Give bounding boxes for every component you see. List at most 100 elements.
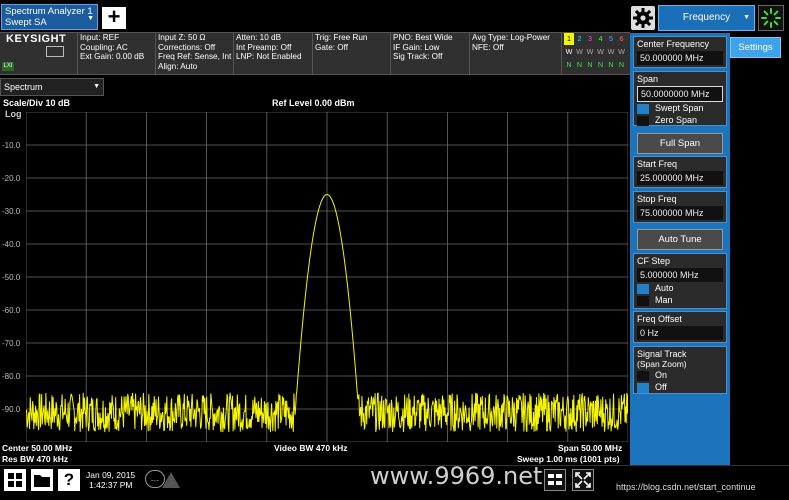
freq-offset-value[interactable]: 0 Hz [637, 326, 723, 340]
freq-offset-key[interactable]: Freq Offset 0 Hz [633, 311, 727, 343]
trace-type-2: W [576, 47, 583, 56]
stop-freq-value[interactable]: 75.000000 MHz [637, 206, 723, 220]
scale-per-div: Scale/Div 10 dB [3, 98, 71, 108]
info-freq-ref: Freq Ref: Sense, Int [158, 52, 232, 62]
zero-span-label: Zero Span [655, 115, 698, 125]
signal-track-on-option[interactable]: On [637, 370, 723, 381]
trace-detector-4: N [597, 60, 604, 69]
info-avg-block[interactable]: Avg Type: Log-Power NFE: Off [470, 33, 560, 52]
span-key[interactable]: Span 50.0000000 MHz Swept Span Zero Span [633, 71, 727, 126]
signal-track-label: Signal Track [637, 349, 687, 359]
info-if-gain: IF Gain: Low [393, 42, 440, 52]
cf-step-key[interactable]: CF Step 5.000000 MHz Auto Man [633, 253, 727, 309]
info-preamp: Int Preamp: Off [236, 42, 292, 52]
busy-spinner-icon [758, 5, 784, 31]
trace-detector-3: N [587, 60, 593, 69]
trace-detector-5: N [608, 60, 614, 69]
y-tick-label: -40.0 [2, 240, 21, 249]
info-sig-track: Sig Track: Off [393, 52, 443, 62]
frequency-menu-label: Frequency [682, 12, 731, 23]
date-text: Jan 09, 2015 [86, 470, 136, 480]
trace-number-4: 4 [598, 34, 603, 43]
display-icon [46, 46, 64, 57]
auto-label: Auto [655, 283, 674, 293]
span-readout: Span 50.00 MHz [558, 443, 623, 453]
cf-step-auto-option[interactable]: Auto [637, 283, 723, 294]
trace-number-5: 5 [609, 34, 613, 43]
help-button[interactable]: ? [58, 469, 80, 491]
info-corrections-block[interactable]: Input Z: 50 Ω Corrections: Off Freq Ref:… [156, 33, 233, 71]
signal-track-key[interactable]: Signal Track (Span Zoom) On Off [633, 346, 727, 394]
video-bw-readout: Video BW 470 kHz [274, 443, 348, 453]
info-input-block[interactable]: Input: REF Coupling: AC Ext Gain: 0.00 d… [78, 33, 154, 62]
trace-type-3: W [586, 47, 594, 56]
log-scale-label: Log [5, 109, 22, 119]
info-avg-type: Avg Type: Log-Power [472, 33, 550, 42]
trace-type-4: W [597, 47, 604, 56]
gear-icon[interactable] [631, 6, 655, 30]
info-atten: Atten: 10 dB [236, 33, 282, 42]
spectrum-plot[interactable] [25, 111, 629, 443]
ref-level[interactable]: Ref Level 0.00 dBm [272, 98, 355, 108]
fullscreen-icon[interactable] [572, 469, 594, 491]
screen-tab-spectrum-analyzer[interactable]: Spectrum Analyzer 1 Swept SA ▼ [1, 4, 98, 30]
start-freq-value[interactable]: 25.000000 MHz [637, 171, 723, 185]
info-trigger-block[interactable]: Trig: Free Run Gate: Off [313, 33, 389, 52]
y-tick-label: -90.0 [2, 405, 21, 414]
chevron-down-icon: ▼ [743, 14, 750, 21]
on-label: On [655, 370, 668, 380]
window-layout-icon[interactable] [544, 469, 566, 491]
swept-span-option[interactable]: Swept Span [637, 103, 723, 114]
auto-tune-button[interactable]: Auto Tune [637, 229, 723, 250]
full-span-button[interactable]: Full Span [637, 133, 723, 154]
trace-type-1: W [565, 47, 573, 56]
radio-on-icon [637, 382, 649, 393]
credit-text: https://blog.csdn.net/start_continue [616, 482, 756, 492]
info-pno-block[interactable]: PNO: Best Wide IF Gain: Low Sig Track: O… [391, 33, 468, 62]
trace-type-5: W [607, 47, 615, 56]
signal-track-off-option[interactable]: Off [637, 382, 723, 393]
info-lnp: LNP: Not Enabled [236, 52, 302, 62]
window-selector[interactable]: Spectrum ▼ [0, 78, 104, 96]
radio-on-icon [637, 103, 649, 114]
settings-tab[interactable]: Settings [730, 37, 781, 58]
keysight-logo: KEYSIGHT [6, 33, 67, 45]
span-value[interactable]: 50.0000000 MHz [637, 86, 723, 102]
y-tick-label: -10.0 [2, 141, 21, 150]
info-pno: PNO: Best Wide [393, 33, 453, 42]
stop-freq-key[interactable]: Stop Freq 75.000000 MHz [633, 191, 727, 223]
man-label: Man [655, 295, 673, 305]
trace-detector-2: N [576, 60, 583, 69]
trace-indicator[interactable]: 1WN2WN3WN4WN5WN6WN [562, 33, 628, 74]
info-gate: Gate: Off [315, 42, 349, 52]
lxi-badge: LXI [2, 62, 14, 71]
stop-freq-label: Stop Freq [637, 194, 677, 204]
span-label: Span [637, 74, 659, 84]
info-input: Input: REF [80, 33, 120, 42]
folder-icon[interactable] [31, 469, 53, 491]
date-time: Jan 09, 2015 1:42:37 PM [86, 470, 135, 490]
windows-start-icon[interactable] [4, 469, 26, 491]
radio-off-icon [637, 370, 649, 381]
y-tick-label: -70.0 [2, 339, 21, 348]
warning-triangle-icon [162, 472, 180, 488]
frequency-menu-tab[interactable]: Frequency ▼ [658, 5, 755, 31]
info-atten-block[interactable]: Atten: 10 dB Int Preamp: Off LNP: Not En… [234, 33, 311, 62]
start-freq-label: Start Freq [637, 159, 678, 169]
chevron-down-icon: ▼ [93, 83, 100, 90]
cf-step-man-option[interactable]: Man [637, 295, 723, 306]
add-screen-button[interactable]: + [102, 6, 126, 29]
watermark: www.9969.net [370, 462, 543, 490]
cf-step-value[interactable]: 5.000000 MHz [637, 268, 723, 282]
y-tick-label: -50.0 [2, 273, 21, 282]
zero-span-option[interactable]: Zero Span [637, 115, 723, 126]
trace-detector-6: N [618, 60, 625, 69]
y-tick-label: -60.0 [2, 306, 21, 315]
center-frequency-value[interactable]: 50.000000 MHz [637, 51, 723, 65]
info-ext-gain: Ext Gain: 0.00 dB [80, 52, 145, 62]
info-align: Align: Auto [158, 61, 198, 71]
start-freq-key[interactable]: Start Freq 25.000000 MHz [633, 156, 727, 188]
center-frequency-key[interactable]: Center Frequency 50.000000 MHz [633, 36, 727, 68]
radio-off-icon [637, 115, 649, 126]
spectrum-trace-canvas [25, 111, 629, 443]
